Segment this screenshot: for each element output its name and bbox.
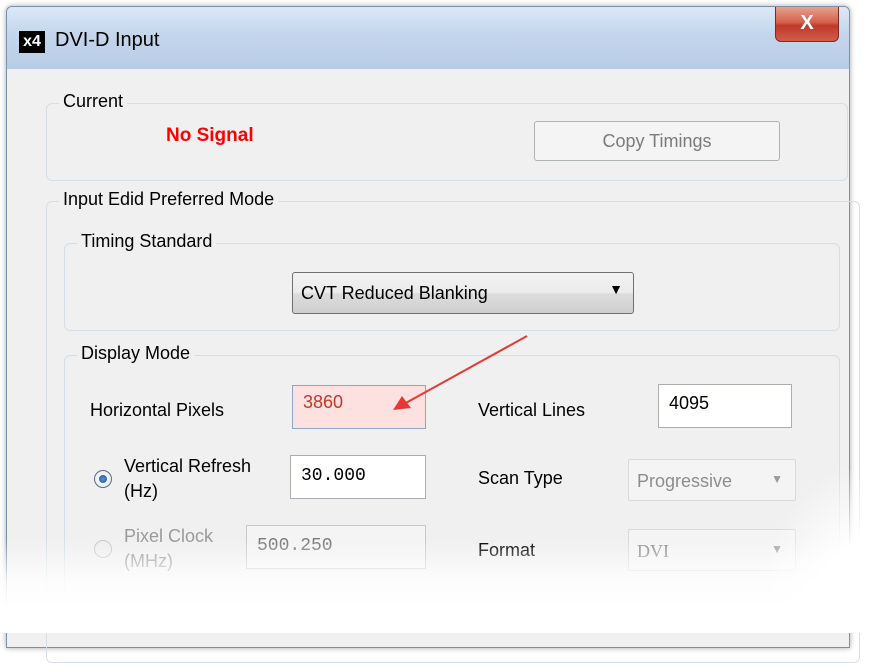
app-icon: x4 — [19, 31, 45, 53]
vertical-refresh-unit: (Hz) — [124, 481, 158, 501]
timing-standard-select[interactable]: CVT Reduced Blanking ▼ — [292, 272, 634, 314]
timing-standard-legend: Timing Standard — [77, 231, 217, 252]
format-label: Format — [478, 540, 536, 560]
vertical-lines-input[interactable]: 4095 — [658, 384, 792, 428]
pixel-clock-label: Pixel Clock — [124, 526, 214, 546]
vertical-refresh-input[interactable]: 30.000 — [290, 455, 426, 499]
title-bar[interactable]: x4 DVI-D Input X — [7, 7, 849, 69]
current-legend: Current — [59, 91, 128, 112]
horizontal-pixels-input[interactable]: 3860 — [292, 385, 426, 429]
dropdown-arrow-icon: ▼ — [771, 542, 783, 556]
horizontal-pixels-label: Horizontal Pixels — [90, 400, 225, 420]
dropdown-arrow-icon: ▼ — [771, 472, 783, 486]
vertical-refresh-label: Vertical Refresh — [124, 456, 252, 476]
timing-standard-value: CVT Reduced Blanking — [301, 283, 488, 303]
dropdown-arrow-icon: ▼ — [609, 281, 623, 297]
close-button[interactable]: X — [775, 7, 839, 42]
scan-type-select[interactable]: Progressive ▼ — [628, 459, 796, 501]
window-title: DVI-D Input — [55, 29, 160, 51]
pixel-clock-input[interactable]: 500.250 — [246, 525, 426, 569]
format-value: DVI — [637, 541, 669, 561]
scan-type-value: Progressive — [637, 471, 733, 491]
format-select[interactable]: DVI ▼ — [628, 529, 796, 571]
vertical-refresh-radio[interactable] — [94, 470, 112, 488]
display-mode-legend: Display Mode — [77, 343, 195, 364]
pixel-clock-radio[interactable] — [94, 540, 112, 558]
copy-timings-button[interactable]: Copy Timings — [534, 121, 780, 161]
pixel-clock-unit: (MHz) — [124, 551, 173, 571]
scan-type-label: Scan Type — [478, 468, 563, 488]
signal-status: No Signal — [166, 125, 254, 146]
vertical-lines-label: Vertical Lines — [478, 400, 586, 420]
preferred-mode-legend: Input Edid Preferred Mode — [59, 189, 279, 210]
close-icon: X — [800, 12, 814, 34]
